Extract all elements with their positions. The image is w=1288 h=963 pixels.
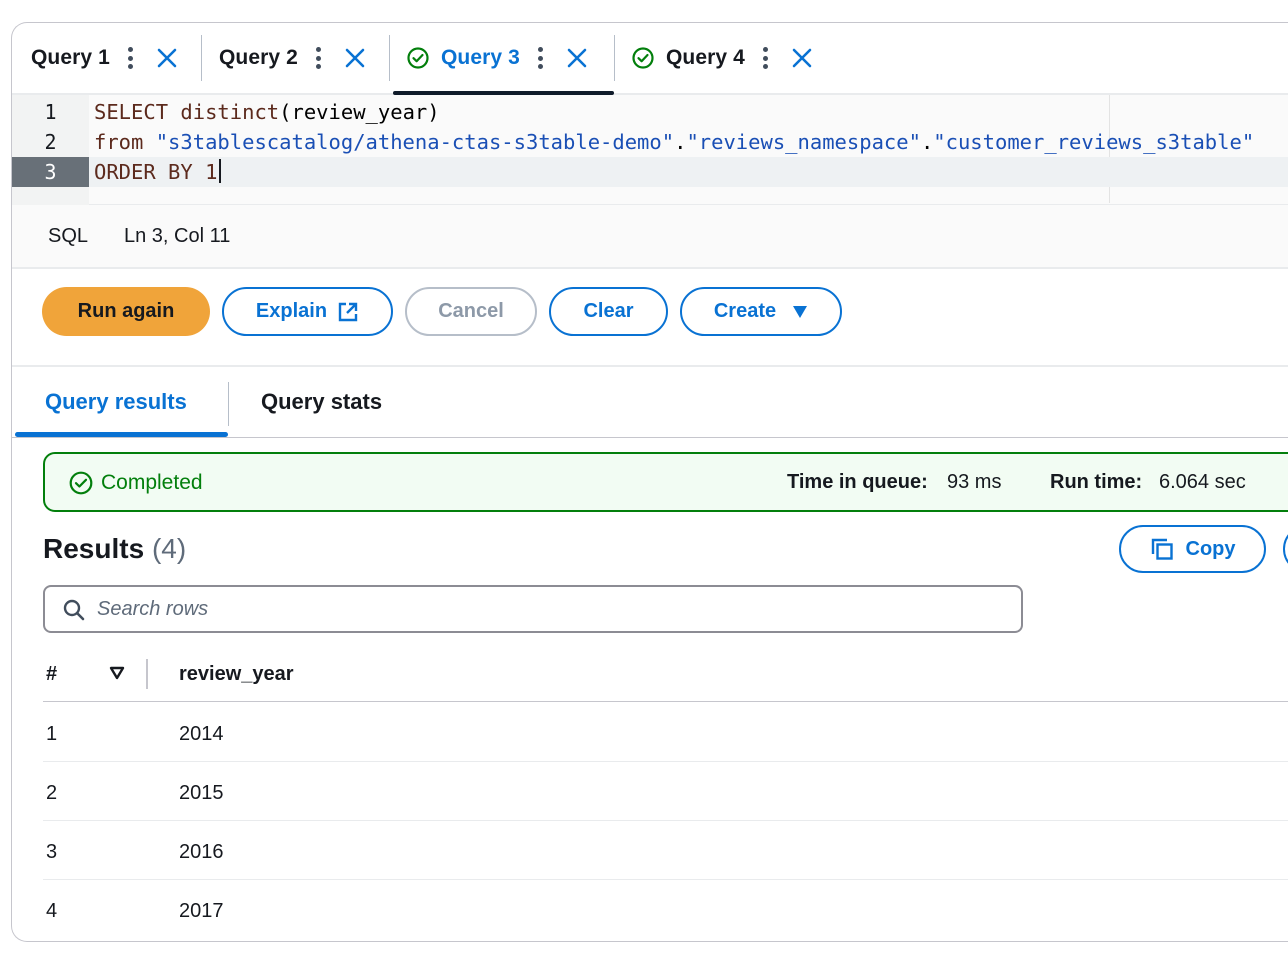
tab-query-3[interactable]: Query 3 bbox=[389, 23, 614, 95]
tab-query-results[interactable]: Query results bbox=[45, 389, 187, 415]
check-circle-icon bbox=[632, 47, 654, 69]
row-index: 2 bbox=[46, 782, 58, 804]
copy-icon bbox=[1151, 538, 1173, 560]
row-index: 3 bbox=[46, 841, 58, 863]
code-text[interactable]: SELECT distinct(review_year) bbox=[94, 97, 440, 127]
status-banner: Completed Time in queue: 93 ms Run time:… bbox=[43, 452, 1288, 512]
cell-review-year: 2015 bbox=[179, 782, 224, 804]
row-index: 1 bbox=[46, 723, 58, 745]
check-circle-icon bbox=[69, 471, 93, 495]
tab-query-2[interactable]: Query 2 bbox=[201, 23, 366, 93]
tab-query-stats[interactable]: Query stats bbox=[261, 389, 382, 415]
search-icon bbox=[63, 599, 85, 621]
explain-button[interactable]: Explain bbox=[222, 287, 393, 336]
code-text[interactable]: from "s3tablescatalog/athena-ctas-s3tabl… bbox=[94, 127, 1254, 157]
clear-label: Clear bbox=[583, 300, 634, 322]
run-time-value: 6.064 sec bbox=[1159, 471, 1246, 493]
column-header-index: # bbox=[46, 663, 58, 685]
column-resizer[interactable] bbox=[146, 659, 148, 689]
close-icon[interactable] bbox=[566, 47, 588, 69]
table-row: 1 2014 bbox=[43, 703, 1288, 762]
results-title: Results bbox=[43, 533, 145, 564]
code-line-current[interactable]: 3 ORDER BY 1 bbox=[12, 157, 1288, 187]
clear-button[interactable]: Clear bbox=[549, 287, 668, 336]
copy-button[interactable]: Copy bbox=[1119, 525, 1266, 573]
cancel-label: Cancel bbox=[438, 300, 504, 322]
line-number: 1 bbox=[44, 100, 57, 124]
check-circle-icon bbox=[407, 47, 429, 69]
create-button[interactable]: Create bbox=[680, 287, 842, 336]
row-index: 4 bbox=[46, 900, 58, 922]
run-again-label: Run again bbox=[77, 300, 175, 322]
tab-query-4[interactable]: Query 4 bbox=[614, 23, 813, 93]
text-cursor bbox=[219, 159, 222, 183]
close-icon[interactable] bbox=[791, 47, 813, 69]
sql-editor[interactable]: 1 SELECT distinct(review_year) 2 from "s… bbox=[12, 95, 1288, 205]
table-row: 4 2017 bbox=[43, 880, 1288, 939]
query-editor-panel: Query 1 Query 2 Query 3 Query 4 1 SELECT… bbox=[11, 22, 1288, 942]
section-divider bbox=[12, 365, 1288, 367]
search-rows[interactable] bbox=[43, 585, 1023, 633]
tab-label[interactable]: Query 2 bbox=[219, 46, 298, 70]
search-input[interactable] bbox=[97, 593, 997, 625]
line-number: 3 bbox=[12, 157, 89, 187]
line-number: 2 bbox=[44, 130, 57, 154]
cell-review-year: 2016 bbox=[179, 841, 224, 863]
vertical-dots-icon[interactable] bbox=[128, 47, 134, 69]
tab-divider bbox=[614, 35, 615, 81]
tab-divider bbox=[228, 382, 229, 426]
sort-down-icon[interactable] bbox=[109, 666, 125, 680]
vertical-dots-icon[interactable] bbox=[538, 47, 544, 69]
download-results-button[interactable] bbox=[1283, 525, 1288, 573]
tabs-baseline bbox=[12, 437, 1288, 438]
column-header-review-year[interactable]: review_year bbox=[179, 663, 294, 686]
table-row: 3 2016 bbox=[43, 821, 1288, 880]
caret-down-icon bbox=[793, 305, 808, 318]
tab-divider bbox=[201, 35, 202, 81]
results-heading: Results (4) bbox=[43, 533, 186, 565]
close-icon[interactable] bbox=[156, 47, 178, 69]
tab-label[interactable]: Query 1 bbox=[31, 46, 110, 70]
table-header-divider bbox=[43, 701, 1288, 702]
code-line[interactable]: 2 from "s3tablescatalog/athena-ctas-s3ta… bbox=[12, 127, 1288, 157]
run-time-label: Run time: bbox=[1050, 471, 1143, 493]
cell-review-year: 2014 bbox=[179, 723, 224, 745]
time-in-queue-value: 93 ms bbox=[947, 471, 1002, 493]
close-icon[interactable] bbox=[344, 47, 366, 69]
explain-label: Explain bbox=[255, 300, 328, 322]
time-in-queue-label: Time in queue: bbox=[787, 471, 928, 493]
tab-query-1[interactable]: Query 1 bbox=[31, 23, 178, 93]
language-indicator: SQL bbox=[48, 225, 89, 247]
query-tabs: Query 1 Query 2 Query 3 Query 4 bbox=[12, 23, 1288, 95]
create-label: Create bbox=[713, 300, 777, 322]
code-text[interactable]: ORDER BY 1 bbox=[94, 157, 222, 187]
table-row: 2 2015 bbox=[43, 762, 1288, 821]
tab-label[interactable]: Query 3 bbox=[441, 46, 520, 70]
cell-review-year: 2017 bbox=[179, 900, 224, 922]
code-line[interactable]: 1 SELECT distinct(review_year) bbox=[12, 97, 1288, 127]
cancel-button: Cancel bbox=[405, 287, 537, 336]
copy-label: Copy bbox=[1185, 537, 1236, 560]
vertical-dots-icon[interactable] bbox=[763, 47, 769, 69]
run-again-button[interactable]: Run again bbox=[42, 287, 210, 336]
status-text: Completed bbox=[101, 471, 203, 494]
tab-label[interactable]: Query 4 bbox=[666, 46, 745, 70]
external-link-icon bbox=[338, 302, 358, 321]
tab-divider bbox=[389, 35, 390, 81]
editor-statusbar: SQL Ln 3, Col 11 bbox=[12, 205, 1288, 269]
results-count: (4) bbox=[151, 533, 187, 564]
cursor-position: Ln 3, Col 11 bbox=[124, 225, 231, 247]
vertical-dots-icon[interactable] bbox=[316, 47, 322, 69]
